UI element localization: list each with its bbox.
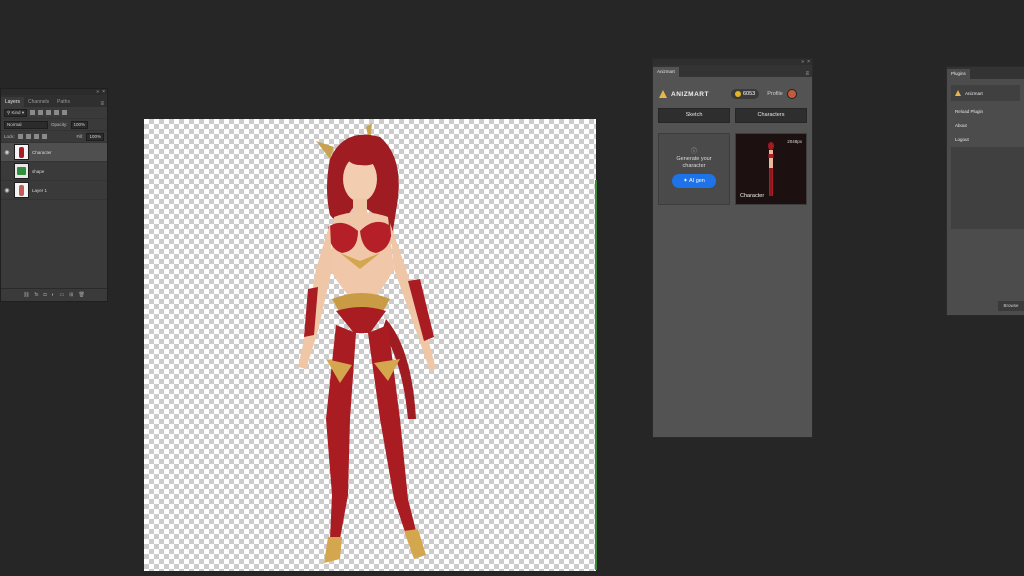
tab-layers[interactable]: Layers [1, 97, 25, 107]
character-artwork [298, 123, 436, 563]
collapse-icon[interactable]: » [801, 59, 804, 65]
opacity-label: Opacity: [51, 122, 68, 127]
plugin-list-area [951, 147, 1024, 229]
close-icon[interactable]: × [102, 89, 105, 95]
fill-value: 100% [89, 133, 101, 139]
character-thumbnail [768, 142, 774, 196]
layer-row-character[interactable]: ◉ Character [1, 143, 107, 162]
panel-menu-icon[interactable]: ≡ [97, 101, 107, 107]
filter-adjustment-icon[interactable] [38, 110, 44, 115]
lock-row: Lock: Fill: 100% [1, 131, 107, 143]
plugins-tabs: Plugins [947, 67, 1024, 79]
leg-right [368, 325, 416, 535]
character-label: Character [740, 193, 765, 199]
menu-reload-plugin[interactable]: Reload Plugin [951, 105, 1020, 119]
layer-row-layer-1[interactable]: ◉ Layer 1 [1, 181, 107, 200]
menu-about[interactable]: About [951, 119, 1020, 133]
trash-icon[interactable]: 🗑 [78, 292, 84, 298]
fx-icon[interactable]: fx [35, 292, 39, 298]
lock-pixels-icon[interactable] [17, 134, 23, 139]
browse-button[interactable]: Browse [998, 301, 1024, 311]
close-icon[interactable]: × [807, 59, 810, 65]
layers-panel-tabs: Layers Channels Paths ≡ [1, 95, 107, 107]
layer-thumbnail [14, 163, 29, 179]
panel-menu-icon[interactable]: ≡ [802, 71, 812, 77]
credits-badge[interactable]: 6053 [730, 89, 760, 99]
blend-mode-value: Normal [7, 121, 22, 127]
anizmart-mode-tabs: Sketch Characters [653, 108, 812, 123]
layer-name: shape [32, 168, 45, 174]
eye-icon[interactable]: ◉ [3, 187, 11, 194]
anizmart-header: ANIZMART 6053 Profile [653, 83, 812, 105]
collapse-icon[interactable]: » [96, 89, 99, 95]
layers-panel: » × Layers Channels Paths ≡ ⚲ Kind ▾ Nor… [0, 88, 108, 302]
layer-filter-value: Kind [11, 109, 21, 115]
plugin-entry[interactable]: Anizmart [951, 85, 1020, 101]
mask-icon[interactable]: ◘ [43, 292, 46, 298]
menu-logout[interactable]: Logout [951, 133, 1020, 147]
character-size: 2048px [787, 139, 802, 144]
link-icon[interactable]: ⛓ [23, 292, 29, 298]
blend-mode-select[interactable]: Normal [4, 120, 48, 129]
lock-paint-icon[interactable] [25, 134, 31, 139]
avatar[interactable] [786, 89, 797, 99]
tab-characters[interactable]: Characters [735, 108, 807, 123]
credits-value: 6053 [742, 91, 756, 97]
tab-anizmart[interactable]: Anizmart [653, 67, 679, 77]
lock-move-icon[interactable] [33, 134, 39, 139]
character-card[interactable]: 2048px Character [735, 133, 807, 205]
shoe-left [324, 537, 342, 563]
layer-name: Character [32, 149, 52, 155]
canvas-guide-line [595, 180, 597, 570]
folder-icon[interactable]: ▭ [60, 292, 65, 298]
leg-left [326, 325, 356, 539]
lock-all-icon[interactable] [41, 134, 47, 139]
generate-text: Generate your character [676, 156, 712, 169]
fill-label: Fill: [76, 134, 84, 139]
anizmart-panel: » × Anizmart ≡ ANIZMART 6053 Profile Ske… [652, 58, 813, 438]
layer-filter-row: ⚲ Kind ▾ [1, 107, 107, 119]
eye-icon[interactable]: ◉ [3, 149, 11, 156]
new-layer-icon[interactable]: ⊞ [69, 292, 73, 298]
tab-paths[interactable]: Paths [53, 97, 74, 107]
filter-pixel-icon[interactable] [30, 110, 36, 115]
ai-gen-button[interactable]: ✦ AI gen [672, 174, 716, 188]
anizmart-tabs: Anizmart ≡ [653, 65, 812, 77]
filter-smart-icon[interactable] [62, 110, 68, 115]
anizmart-titlebar: » × [653, 59, 812, 65]
layer-name: Layer 1 [32, 187, 48, 193]
character-cards: ⓘ Generate your character ✦ AI gen 2048p… [653, 133, 812, 205]
adjustment-icon[interactable]: ◐ [51, 292, 54, 298]
layer-filter-select[interactable]: ⚲ Kind ▾ [4, 108, 28, 117]
info-icon: ⓘ [690, 149, 697, 155]
fill-field[interactable]: 100% [86, 132, 104, 141]
plugins-panel: Plugins Anizmart Reload Plugin About Log… [946, 66, 1024, 316]
anizmart-logo-icon [955, 90, 961, 96]
layer-thumbnail [14, 144, 29, 160]
layer-thumbnail [14, 182, 29, 198]
layer-row-shape[interactable]: shape [1, 162, 107, 181]
tab-sketch[interactable]: Sketch [658, 108, 730, 123]
profile-link[interactable]: Profile [767, 91, 783, 97]
coin-icon [734, 91, 741, 97]
document-canvas[interactable] [144, 119, 596, 571]
filter-shape-icon[interactable] [54, 110, 60, 115]
lock-label: Lock: [4, 134, 15, 139]
tab-channels[interactable]: Channels [24, 97, 53, 107]
ai-gen-label: AI gen [688, 178, 705, 184]
neck [353, 199, 367, 213]
tab-plugins[interactable]: Plugins [947, 69, 970, 79]
generate-card[interactable]: ⓘ Generate your character ✦ AI gen [658, 133, 730, 205]
layers-panel-titlebar: » × [1, 89, 107, 95]
anizmart-logo-icon [659, 90, 667, 98]
plugin-name: Anizmart [965, 90, 983, 96]
opacity-field[interactable]: 100% [70, 120, 89, 129]
brand-name: ANIZMART [671, 90, 709, 98]
layers-bottom-toolbar: ⛓ fx ◘ ◐ ▭ ⊞ 🗑 [1, 288, 107, 301]
shoe-right [404, 529, 426, 559]
opacity-value: 100% [73, 121, 86, 127]
blend-row: Normal Opacity: 100% [1, 119, 107, 131]
filter-type-icon[interactable] [46, 110, 52, 115]
